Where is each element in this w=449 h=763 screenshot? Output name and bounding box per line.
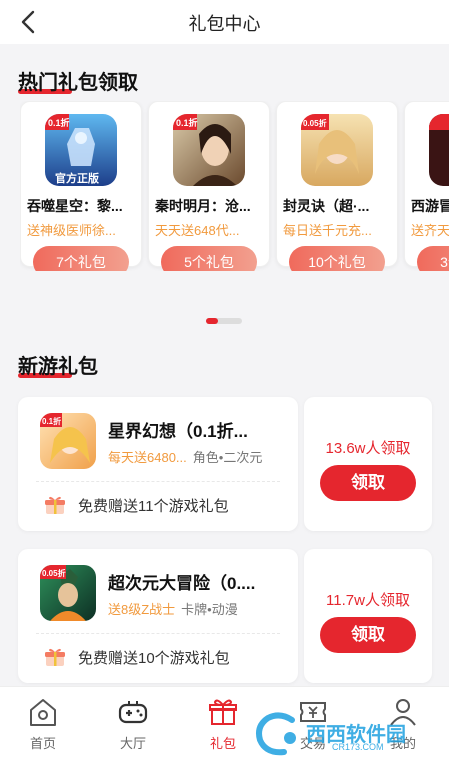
- new-game-card[interactable]: 0.05折 超次元大冒险（0.... 送8级Z战士 卡牌•动漫 免费赠送10个游戏…: [18, 549, 298, 683]
- game-name: 封灵诀（超·...: [283, 198, 370, 214]
- hot-card[interactable]: 0.1折 官方正版 吞噬星空：黎... 送神级医师徐... 7个礼包: [20, 101, 142, 271]
- game-icon-fengling: 0.05折: [301, 114, 373, 186]
- game-name: 西游冒...: [411, 198, 449, 214]
- tab-label: 大厅: [119, 736, 146, 751]
- hot-card[interactable]: 0.05折 封灵诀（超·... 每日送千元充... 10个礼包: [276, 101, 398, 271]
- gamepad-icon: [118, 701, 148, 724]
- gift-count-button[interactable]: 3个礼包: [417, 246, 449, 271]
- game-icon-xiyou: [429, 114, 449, 186]
- gift-count-button[interactable]: 5个礼包: [161, 246, 257, 271]
- watermark-logo-icon: [256, 712, 296, 756]
- discount-badge: 0.05折: [42, 568, 66, 578]
- game-subline: 送8级Z战士 卡牌•动漫: [108, 599, 238, 618]
- gift-icon: [45, 496, 65, 514]
- divider: [36, 633, 280, 634]
- discount-badge: 0.1折: [42, 416, 61, 426]
- gift-count-button[interactable]: 7个礼包: [33, 246, 129, 271]
- gift-summary: 免费赠送10个游戏礼包: [78, 650, 230, 667]
- top-bar: 礼包中心: [0, 0, 449, 44]
- game-name: 超次元大冒险（0....: [108, 574, 256, 593]
- claim-count: 13.6w人领取: [325, 440, 411, 457]
- game-desc: 每日送千元充...: [283, 223, 372, 238]
- tab-label: 首页: [29, 736, 56, 751]
- game-tags: 卡牌•动漫: [181, 602, 238, 617]
- game-subline: 每天送6480... 角色•二次元: [108, 447, 262, 466]
- promo-text: 每天送6480...: [108, 450, 187, 465]
- carousel-indicator-active: [206, 318, 218, 324]
- game-icon-xingjie: 0.1折: [40, 413, 96, 469]
- new-game-card[interactable]: 0.1折 星界幻想（0.1折... 每天送6480... 角色•二次元 免费赠送1…: [18, 397, 298, 531]
- page-title: 礼包中心: [188, 14, 261, 34]
- gift-icon: [209, 699, 237, 725]
- main-content[interactable]: 热门礼包领取 0.1折 官方正版 吞噬星空：黎... 送神级医师徐... 7个礼…: [0, 44, 449, 686]
- discount-badge: 0.1折: [176, 117, 198, 128]
- new-section-title: 新游礼包: [18, 356, 98, 378]
- tab-label: 礼包: [209, 736, 236, 751]
- claim-count: 11.7w人领取: [326, 592, 410, 609]
- gift-count-button[interactable]: 10个礼包: [289, 246, 385, 271]
- claim-button[interactable]: 领取: [320, 617, 416, 653]
- game-icon-chaociyuan: 0.05折: [40, 565, 96, 621]
- watermark-subtext: CR173.COM: [332, 742, 384, 752]
- game-name: 星界幻想（0.1折...: [108, 422, 248, 441]
- claim-button[interactable]: 领取: [320, 465, 416, 501]
- game-icon-qinshi: 0.1折: [173, 114, 245, 186]
- game-name: 吞噬星空：黎...: [27, 198, 123, 214]
- tab-home[interactable]: 首页: [8, 695, 78, 755]
- discount-badge: 0.05折: [303, 118, 327, 128]
- game-desc: 送神级医师徐...: [27, 223, 116, 238]
- claim-card: 11.7w人领取 领取: [304, 549, 432, 683]
- tab-gift[interactable]: 礼包: [188, 695, 258, 755]
- tab-lobby[interactable]: 大厅: [98, 695, 168, 755]
- game-tags: 角色•二次元: [192, 450, 263, 465]
- game-icon-tunshi: 0.1折 官方正版: [45, 114, 117, 186]
- carousel-indicator: [206, 318, 242, 324]
- discount-badge: 0.1折: [48, 117, 70, 128]
- divider: [36, 481, 280, 482]
- hot-section-title: 热门礼包领取: [18, 72, 138, 94]
- banner-text: 官方正版: [55, 171, 99, 185]
- game-desc: 天天送648代...: [155, 223, 240, 238]
- hot-card[interactable]: 0.1折 秦时明月：沧... 天天送648代... 5个礼包: [148, 101, 270, 271]
- promo-text: 送8级Z战士: [108, 602, 176, 617]
- hot-card[interactable]: 西游冒... 送齐天... 3个礼包: [404, 101, 449, 271]
- claim-card: 13.6w人领取 领取: [304, 397, 432, 531]
- game-name: 秦时明月：沧...: [155, 198, 251, 214]
- site-watermark: 西西软件园 CR173.COM: [252, 712, 432, 756]
- home-icon: [30, 699, 56, 726]
- gift-icon: [45, 648, 65, 666]
- gift-summary: 免费赠送11个游戏礼包: [78, 498, 229, 515]
- game-desc: 送齐天...: [411, 223, 449, 238]
- hot-gift-carousel[interactable]: 0.1折 官方正版 吞噬星空：黎... 送神级医师徐... 7个礼包 0.1折: [20, 101, 449, 271]
